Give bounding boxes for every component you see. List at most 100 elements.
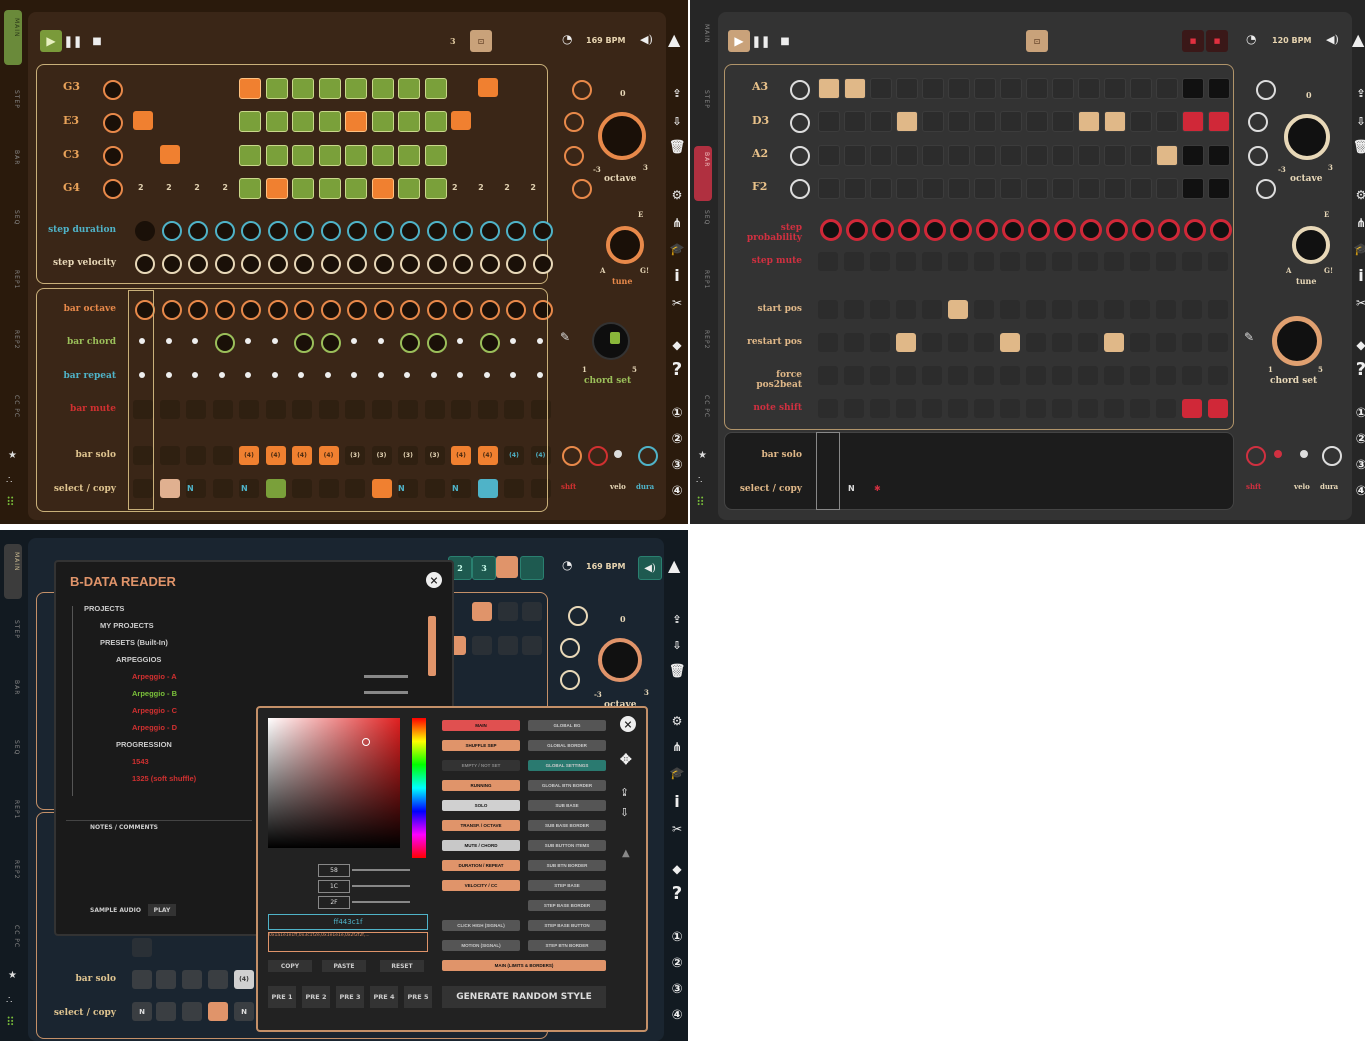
help-icon[interactable]: ? xyxy=(668,883,686,904)
bar-cell[interactable] xyxy=(132,938,152,957)
step-velocity-knob[interactable] xyxy=(453,254,473,274)
g-slider[interactable] xyxy=(352,885,410,887)
eraser-icon[interactable]: ◆ xyxy=(1352,336,1365,354)
restart-pos-cell[interactable] xyxy=(896,333,916,352)
step-probability-knob[interactable] xyxy=(924,219,946,241)
slot-3-icon[interactable]: ③ xyxy=(668,980,686,998)
solo-value[interactable]: (3) xyxy=(398,446,418,465)
star-icon[interactable]: ★ xyxy=(8,450,17,461)
note-c3[interactable]: C3 xyxy=(63,148,79,161)
export-icon[interactable]: ⇩ xyxy=(1352,112,1365,130)
red-indicator-1[interactable]: ■ xyxy=(1182,30,1204,52)
shift-knob[interactable] xyxy=(562,446,582,466)
color-slot-button[interactable]: SHUFFLE SEP xyxy=(442,740,520,751)
force-pos2beat-cell[interactable] xyxy=(844,366,864,385)
export-icon[interactable]: ⇩ xyxy=(668,636,686,654)
preset-button[interactable]: PRE 5 xyxy=(404,986,432,1008)
bar-cell[interactable] xyxy=(1156,178,1178,199)
step-cell[interactable] xyxy=(398,111,420,132)
import-icon[interactable]: ⇪ xyxy=(1352,84,1365,102)
slot-3-icon[interactable]: ③ xyxy=(1352,456,1365,474)
step-probability-knob[interactable] xyxy=(898,219,920,241)
step-cell[interactable] xyxy=(498,602,518,621)
export-icon[interactable]: ⇩ xyxy=(668,112,686,130)
start-pos-cell[interactable] xyxy=(1130,300,1150,319)
note-shift-cell[interactable] xyxy=(974,399,994,418)
import-icon[interactable]: ⇪ xyxy=(668,84,686,102)
tree-1325[interactable]: 1325 (soft shuffle) xyxy=(132,774,196,783)
step-probability-knob[interactable] xyxy=(1132,219,1154,241)
step-probability-knob[interactable] xyxy=(1080,219,1102,241)
step-mute-cell[interactable] xyxy=(1130,252,1150,271)
bar-cell[interactable] xyxy=(1026,178,1048,199)
step-mute-cell[interactable] xyxy=(948,252,968,271)
step-cell[interactable] xyxy=(265,78,288,99)
note-shift-cell[interactable] xyxy=(844,399,864,418)
generate-random-style-button[interactable]: GENERATE RANDOM STYLE xyxy=(442,986,606,1008)
note-shift-cell[interactable] xyxy=(922,399,942,418)
dura-knob[interactable] xyxy=(1322,446,1342,466)
export-style-icon[interactable]: ⇩ xyxy=(620,806,629,819)
help-icon[interactable]: ? xyxy=(1352,359,1365,380)
r-value[interactable]: 58 xyxy=(318,864,350,877)
step-cell[interactable] xyxy=(522,602,542,621)
bar-cell[interactable] xyxy=(1156,111,1178,132)
note-shift-cell[interactable] xyxy=(1104,399,1124,418)
side-knob-1[interactable] xyxy=(1256,80,1276,100)
step-velocity-knob[interactable] xyxy=(479,254,500,274)
step-marker[interactable]: ⊡ xyxy=(1026,30,1048,52)
note-knob-a2[interactable] xyxy=(790,146,810,166)
step-mute-cell[interactable] xyxy=(974,252,994,271)
network-icon[interactable]: ⋔ xyxy=(668,738,686,756)
network-icon[interactable]: ⋔ xyxy=(1352,214,1365,232)
note-knob-a3[interactable] xyxy=(790,80,810,100)
step-mute-cell[interactable] xyxy=(1156,252,1176,271)
step-duration-knob[interactable] xyxy=(506,221,526,241)
pencil-icon[interactable]: ✎ xyxy=(1244,330,1254,344)
color-slot-button[interactable]: GLOBAL BG xyxy=(528,720,606,731)
bar-cell[interactable] xyxy=(1000,78,1022,99)
velo-knob[interactable] xyxy=(1300,450,1308,458)
force-pos2beat-cell[interactable] xyxy=(1052,366,1072,385)
tree-arpeggios[interactable]: ARPEGGIOS xyxy=(116,655,161,664)
step-cell[interactable] xyxy=(371,145,394,166)
start-pos-cell[interactable] xyxy=(844,300,864,319)
bar-cell[interactable] xyxy=(1078,111,1100,132)
step-velocity-knob[interactable] xyxy=(267,254,288,274)
step-velocity-knob[interactable] xyxy=(506,254,526,274)
bar-cell[interactable] xyxy=(1182,111,1204,132)
select-mark[interactable]: N xyxy=(398,484,405,493)
close-icon[interactable]: × xyxy=(620,716,636,732)
preset-button[interactable]: PRE 3 xyxy=(336,986,364,1008)
color-slot-button[interactable]: MUTE / CHORD xyxy=(442,840,520,851)
chord-set-knob[interactable] xyxy=(592,322,630,360)
eraser-icon[interactable]: ◆ xyxy=(668,336,686,354)
force-pos2beat-cell[interactable] xyxy=(818,366,838,385)
step-cell[interactable] xyxy=(292,111,314,132)
red-indicator-2[interactable]: ■ xyxy=(1206,30,1228,52)
bar-cell[interactable] xyxy=(1182,78,1204,99)
step-probability-knob[interactable] xyxy=(1210,219,1232,241)
step-duration-knob[interactable] xyxy=(294,221,314,241)
solo-value[interactable]: (4) xyxy=(239,446,259,465)
bar-cell[interactable] xyxy=(1000,178,1022,199)
bar-cell[interactable] xyxy=(974,178,996,199)
restart-pos-cell[interactable] xyxy=(1000,333,1020,352)
note-shift-cell[interactable] xyxy=(896,399,916,418)
hex-string-field[interactable]: 0x1a1e1e1ff,0x3c1f2e,0x1e1e1e,0x2f2f2f,.… xyxy=(268,932,428,952)
restart-pos-cell[interactable] xyxy=(1182,333,1202,352)
step-cell[interactable] xyxy=(239,178,261,199)
note-shift-cell[interactable] xyxy=(1130,399,1150,418)
note-g4[interactable]: G4 xyxy=(63,181,80,194)
color-slot-button[interactable]: VELOCITY / CC xyxy=(442,880,520,891)
step-cell[interactable] xyxy=(424,178,447,199)
step-cell[interactable] xyxy=(398,145,420,166)
step-cell[interactable] xyxy=(292,145,314,166)
solo-value[interactable]: (4) xyxy=(531,446,551,465)
start-pos-cell[interactable] xyxy=(1208,300,1228,319)
step-mute-cell[interactable] xyxy=(870,252,890,271)
bar-cell[interactable] xyxy=(818,78,840,99)
bar-cell[interactable] xyxy=(818,145,840,166)
color-slot-button[interactable]: RUNNING xyxy=(442,780,520,791)
b-value[interactable]: 2F xyxy=(318,896,350,909)
